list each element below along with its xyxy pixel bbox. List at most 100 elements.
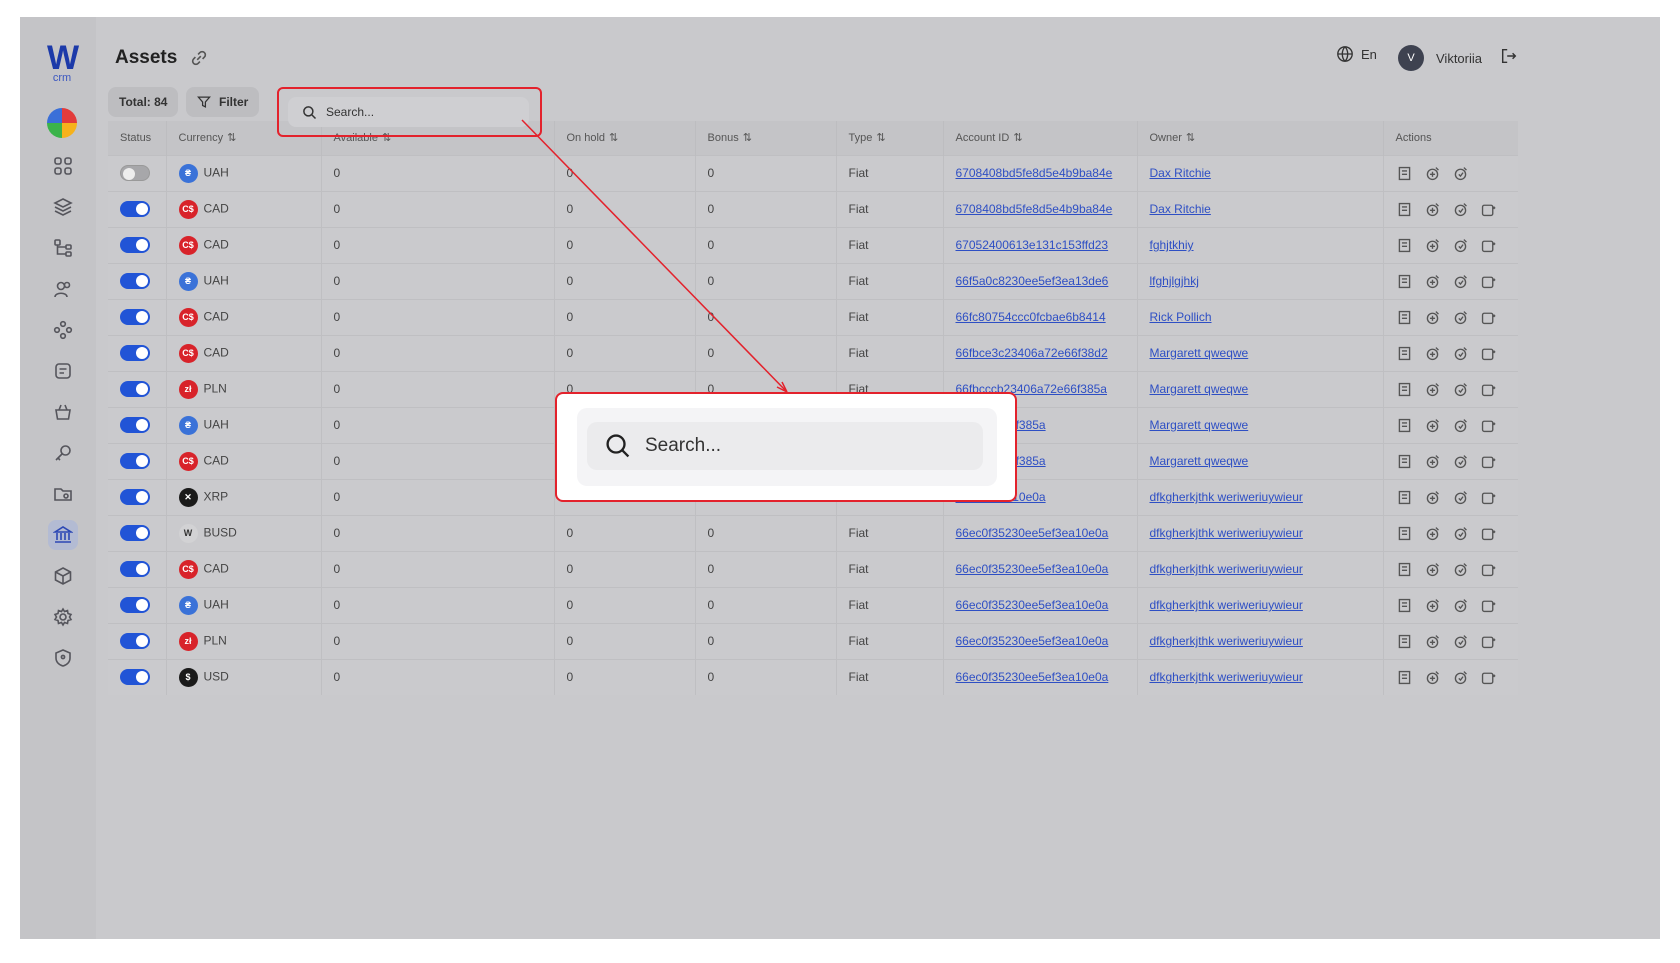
wallet-icon[interactable] <box>1480 309 1497 326</box>
confirm-icon[interactable] <box>1452 417 1469 434</box>
status-cell[interactable] <box>108 227 167 263</box>
account-id-link[interactable]: 66ec0f35230ee5ef3ea10e0a <box>956 562 1109 576</box>
status-cell[interactable] <box>108 335 167 371</box>
table-row[interactable]: W BUSD 0 0 0 Fiat 66ec0f35230ee5ef3ea10e0… <box>108 515 1518 551</box>
add-funds-icon[interactable] <box>1424 201 1441 218</box>
wallet-icon[interactable] <box>1480 345 1497 362</box>
status-toggle[interactable] <box>120 561 150 577</box>
owner-link[interactable]: Dax Ritchie <box>1150 166 1211 180</box>
wallet-icon[interactable] <box>1480 561 1497 578</box>
wallet-icon[interactable] <box>1480 381 1497 398</box>
status-toggle[interactable] <box>120 597 150 613</box>
confirm-icon[interactable] <box>1452 633 1469 650</box>
table-row[interactable]: C$ CAD 0 0 0 Fiat 67052400613e131c153ffd2… <box>108 227 1518 263</box>
status-toggle[interactable] <box>120 309 150 325</box>
status-toggle[interactable] <box>120 669 150 686</box>
owner-link[interactable]: lfghjlgjhkj <box>1150 274 1199 288</box>
add-funds-icon[interactable] <box>1424 381 1441 398</box>
owner-link[interactable]: dfkgherkjthk weriweriuywieur <box>1150 490 1303 504</box>
user-menu[interactable]: V Viktoriia <box>1398 45 1482 71</box>
table-row[interactable]: C$ CAD 0 0 0 Fiat 66fc80754ccc0fcbae6b841… <box>108 299 1518 335</box>
details-icon[interactable] <box>1396 561 1413 578</box>
column-account-id[interactable]: Account ID ⇅ <box>943 121 1138 155</box>
owner-cell[interactable]: dfkgherkjthk weriweriuywieur <box>1137 479 1384 515</box>
details-icon[interactable] <box>1396 489 1413 506</box>
account-id-cell[interactable]: 66f5a0c8230ee5ef3ea13de6 <box>943 263 1138 299</box>
confirm-icon[interactable] <box>1452 309 1469 326</box>
status-cell[interactable] <box>108 299 167 335</box>
details-icon[interactable] <box>1396 273 1413 290</box>
table-row[interactable]: ₴ UAH 0 0 0 Fiat 66ec0f35230ee5ef3ea10e0a… <box>108 587 1518 623</box>
confirm-icon[interactable] <box>1452 165 1469 182</box>
add-funds-icon[interactable] <box>1424 489 1441 506</box>
account-id-cell[interactable]: 66ec0f35230ee5ef3ea10e0a <box>943 515 1138 551</box>
status-toggle[interactable] <box>120 345 150 361</box>
account-id-link[interactable]: 66ec0f35230ee5ef3ea10e0a <box>956 526 1109 540</box>
owner-cell[interactable]: dfkgherkjthk weriweriuywieur <box>1137 587 1384 623</box>
wallet-icon[interactable] <box>1480 453 1497 470</box>
account-id-cell[interactable]: 66ec0f35230ee5ef3ea10e0a <box>943 623 1138 659</box>
account-id-link[interactable]: 66fbce3c23406a72e66f38d2 <box>956 346 1108 360</box>
sidebar-item-tasks[interactable] <box>48 356 78 386</box>
add-funds-icon[interactable] <box>1424 525 1441 542</box>
account-id-cell[interactable]: 66ec0f35230ee5ef3ea10e0a <box>943 551 1138 587</box>
add-funds-icon[interactable] <box>1424 237 1441 254</box>
owner-link[interactable]: Margarett qweqwe <box>1150 418 1249 432</box>
color-wheel-icon[interactable] <box>47 108 77 138</box>
search-input[interactable]: Search... <box>288 97 529 127</box>
account-id-link[interactable]: 66ec0f35230ee5ef3ea10e0a <box>956 634 1109 648</box>
owner-link[interactable]: dfkgherkjthk weriweriuywieur <box>1150 598 1303 612</box>
status-toggle[interactable] <box>120 273 150 289</box>
details-icon[interactable] <box>1396 201 1413 218</box>
status-cell[interactable] <box>108 515 167 551</box>
owner-cell[interactable]: Margarett qweqwe <box>1137 335 1384 371</box>
details-icon[interactable] <box>1396 345 1413 362</box>
owner-link[interactable]: Margarett qweqwe <box>1150 454 1249 468</box>
details-icon[interactable] <box>1396 165 1413 182</box>
wallet-icon[interactable] <box>1480 597 1497 614</box>
account-id-link[interactable]: 67052400613e131c153ffd23 <box>956 238 1109 252</box>
sidebar-item-settings[interactable] <box>48 602 78 632</box>
account-id-cell[interactable]: 6708408bd5fe8d5e4b9ba84e <box>943 191 1138 227</box>
wallet-icon[interactable] <box>1480 201 1497 218</box>
confirm-icon[interactable] <box>1452 201 1469 218</box>
add-funds-icon[interactable] <box>1424 597 1441 614</box>
sidebar-item-hierarchy[interactable] <box>48 233 78 263</box>
wallet-icon[interactable] <box>1480 417 1497 434</box>
language-selector[interactable]: En <box>1336 45 1377 63</box>
status-cell[interactable] <box>108 263 167 299</box>
confirm-icon[interactable] <box>1452 237 1469 254</box>
link-icon[interactable] <box>190 49 208 67</box>
confirm-icon[interactable] <box>1452 525 1469 542</box>
details-icon[interactable] <box>1396 525 1413 542</box>
account-id-cell[interactable]: 66fbce3c23406a72e66f38d2 <box>943 335 1138 371</box>
column-on-hold[interactable]: On hold ⇅ <box>554 121 696 155</box>
confirm-icon[interactable] <box>1452 561 1469 578</box>
details-icon[interactable] <box>1396 669 1413 686</box>
add-funds-icon[interactable] <box>1424 345 1441 362</box>
details-icon[interactable] <box>1396 381 1413 398</box>
logout-icon[interactable] <box>1500 47 1518 65</box>
wallet-icon[interactable] <box>1480 273 1497 290</box>
details-icon[interactable] <box>1396 237 1413 254</box>
confirm-icon[interactable] <box>1452 669 1469 686</box>
owner-cell[interactable]: Margarett qweqwe <box>1137 407 1384 443</box>
owner-link[interactable]: dfkgherkjthk weriweriuywieur <box>1150 634 1303 648</box>
owner-cell[interactable]: dfkgherkjthk weriweriuywieur <box>1137 515 1384 551</box>
sidebar-item-groups[interactable] <box>48 315 78 345</box>
wallet-icon[interactable] <box>1480 489 1497 506</box>
status-toggle[interactable] <box>120 453 150 469</box>
add-funds-icon[interactable] <box>1424 165 1441 182</box>
account-id-cell[interactable]: 66ec0f35230ee5ef3ea10e0a <box>943 587 1138 623</box>
owner-link[interactable]: Rick Pollich <box>1150 310 1212 324</box>
sidebar-item-dashboard[interactable] <box>48 151 78 181</box>
table-row[interactable]: C$ CAD 0 0 0 Fiat 66fbce3c23406a72e66f38d… <box>108 335 1518 371</box>
table-row[interactable]: ₴ UAH 0 0 0 Fiat 66f5a0c8230ee5ef3ea13de6… <box>108 263 1518 299</box>
owner-link[interactable]: Margarett qweqwe <box>1150 346 1249 360</box>
status-cell[interactable] <box>108 551 167 587</box>
details-icon[interactable] <box>1396 633 1413 650</box>
owner-link[interactable]: Dax Ritchie <box>1150 202 1211 216</box>
add-funds-icon[interactable] <box>1424 633 1441 650</box>
status-toggle[interactable] <box>120 525 150 541</box>
status-cell[interactable] <box>108 587 167 623</box>
